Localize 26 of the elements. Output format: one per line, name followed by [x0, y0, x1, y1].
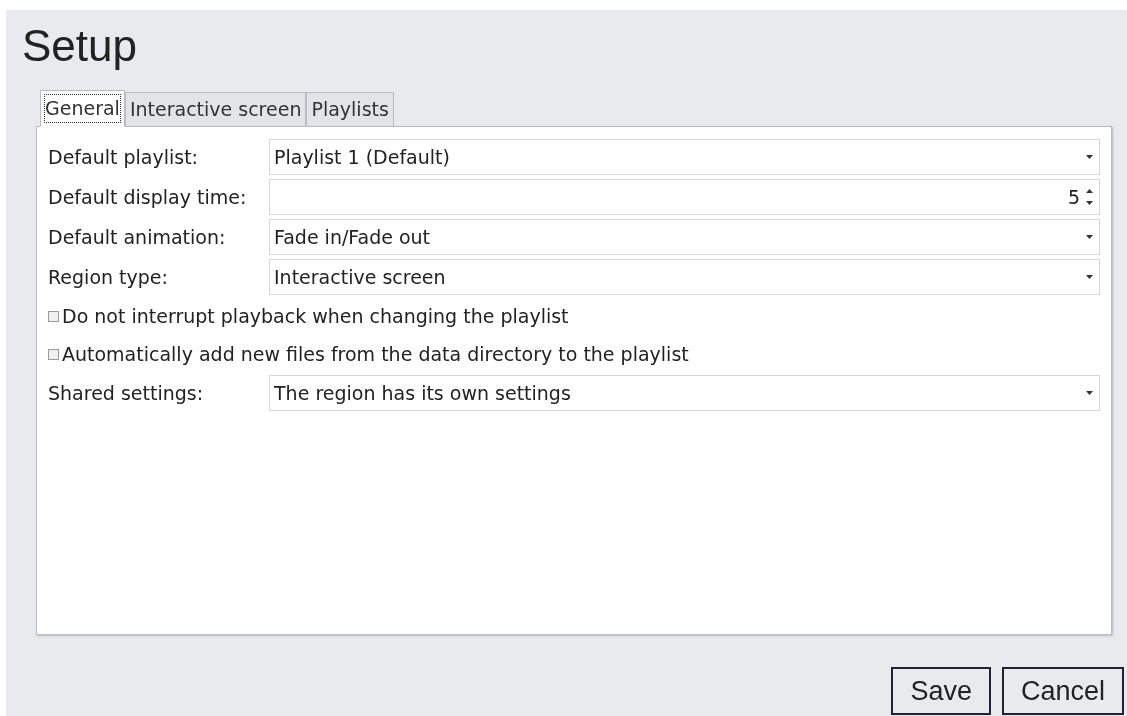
checkbox[interactable]	[48, 310, 59, 322]
checkbox[interactable]	[48, 348, 59, 360]
save-button[interactable]: Save	[891, 667, 991, 715]
page-title: Setup	[22, 24, 138, 72]
dropdown[interactable]: Playlist 1 (Default)	[269, 139, 1100, 175]
tab[interactable]: Playlists	[306, 92, 394, 126]
tab[interactable]: Interactive screen	[124, 92, 307, 126]
number-spinner[interactable]: 5	[269, 179, 1100, 215]
cancel-button[interactable]: Cancel	[1001, 667, 1124, 715]
dropdown-arrow-icon[interactable]	[1086, 275, 1093, 279]
dropdown-arrow-icon[interactable]	[1086, 391, 1093, 395]
dropdown[interactable]: The region has its own settings	[269, 375, 1100, 411]
checkbox-label: Automatically add new files from the data directory to the playlist	[62, 341, 689, 367]
field-label: Shared settings:	[48, 380, 205, 406]
field-label: Default display time:	[48, 184, 248, 210]
dropdown[interactable]: Fade in/Fade out	[269, 219, 1100, 255]
tab[interactable]: General	[40, 90, 125, 127]
dropdown[interactable]: Interactive screen	[269, 259, 1100, 295]
checkbox-label: Do not interrupt playback when changing the playlist	[62, 303, 569, 329]
up-arrow-icon[interactable]	[1086, 189, 1093, 193]
field-label: Default animation:	[48, 224, 227, 250]
field-label: Region type:	[48, 264, 169, 290]
field-label: Default playlist:	[48, 144, 199, 170]
dropdown-arrow-icon[interactable]	[1086, 155, 1093, 159]
dropdown-arrow-icon[interactable]	[1086, 235, 1093, 239]
dropdown-arrow-icon[interactable]	[1086, 201, 1093, 205]
